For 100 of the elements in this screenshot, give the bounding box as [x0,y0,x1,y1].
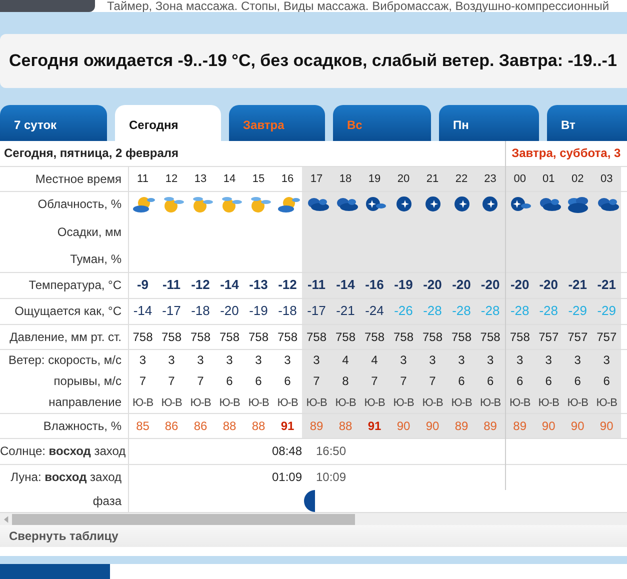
humidity-value: 89 [484,418,497,432]
pressure-value: 758 [132,330,153,344]
wind-direction: Ю-В [510,396,530,408]
humidity-value: 88 [222,418,236,432]
hour-label: 02 [571,173,584,186]
row-label: порывы, м/с [54,374,122,388]
wind-speed-value: 3 [313,353,320,368]
wind-speed-value: 3 [458,353,465,368]
wind-speed-value: 4 [342,353,349,368]
wind-direction: Ю-В [451,396,472,408]
wind-speed-value: 3 [574,353,581,368]
row-label: Ветер: скорость, м/с [8,353,122,368]
wind-direction: Ю-В [277,396,298,408]
wind-direction: Ю-В [190,396,211,408]
hour-label: 22 [455,173,468,186]
hour-label: 14 [223,173,236,186]
wind-direction: Ю-В [248,396,269,408]
row-label: Местное время [35,172,122,186]
temperature-value: -16 [365,277,384,292]
pressure-value: 758 [422,330,443,344]
humidity-value: 90 [396,418,410,432]
humidity-value: 89 [513,418,527,432]
humidity-value: 89 [454,418,468,432]
horizontal-scrollbar[interactable] [0,512,627,525]
collapse-table-link[interactable]: Свернуть таблицу [9,527,118,545]
feels-like-value: -28 [510,303,530,318]
temperature-value: -21 [568,277,587,292]
day-tab[interactable]: Пн [439,105,539,141]
hour-label: 13 [194,173,207,186]
pressure-value: 758 [510,330,530,344]
humidity-value: 85 [136,418,150,432]
row-label: фаза [92,494,122,508]
wind-direction: Ю-В [596,396,617,408]
feels-like-value: -18 [278,303,297,318]
temperature-value: -12 [278,277,297,292]
wind-speed-value: 3 [197,353,204,368]
set-time: 10:09 [316,470,346,484]
hour-label: 18 [339,173,352,186]
humidity-value: 90 [600,418,614,432]
temperature-value: -20 [510,277,530,292]
gust-value: 7 [429,374,436,388]
pressure-value: 758 [364,330,385,344]
temperature-value: -11 [162,277,181,292]
hour-label: 17 [310,173,323,186]
wind-direction: Ю-В [480,396,501,408]
hour-label: 03 [600,173,613,186]
humidity-value: 91 [368,418,382,432]
temperature-value: -14 [336,277,355,292]
pressure-value: 758 [248,330,269,344]
hour-label: 23 [484,173,496,186]
hour-label: 20 [397,173,410,186]
wind-speed-value: 3 [168,353,175,368]
gust-value: 8 [342,374,349,388]
day-heading: Сегодня, пятница, 2 февраля [4,146,179,160]
scrollbar-thumb[interactable] [12,514,355,524]
day-tab[interactable]: Вт [547,105,627,141]
rise-time: 08:48 [272,444,302,458]
humidity-value: 86 [164,418,178,432]
row-label: направление [48,394,122,409]
humidity-value: 86 [194,418,208,432]
row-label: Ощущается как, °C [14,304,122,318]
wind-direction: Ю-В [132,396,154,408]
wind-direction: Ю-В [567,396,588,408]
humidity-value: 91 [280,418,294,432]
row-label: Солнце: восход заход [0,444,126,458]
day-tab[interactable]: 7 суток [0,105,107,141]
wind-direction: Ю-В [161,396,182,408]
temperature-value: -13 [249,277,268,292]
wind-speed-value: 3 [139,353,146,368]
wind-direction: Ю-В [538,396,559,408]
temperature-value: -20 [423,277,442,292]
gust-value: 7 [400,374,407,388]
gust-value: 6 [603,374,610,388]
gust-value: 6 [458,374,465,388]
wind-speed-value: 3 [486,353,494,368]
feels-like-value: -14 [133,303,152,318]
wind-direction: Ю-В [364,396,385,408]
wind-direction: Ю-В [306,396,327,408]
pressure-value: 758 [480,330,500,344]
gust-value: 7 [139,374,146,388]
day-tab[interactable]: Сегодня [115,105,221,141]
wind-speed-value: 3 [429,353,436,368]
feels-like-value: -28 [480,303,500,318]
feels-like-value: -28 [539,303,558,318]
temperature-value: -12 [191,277,210,292]
pressure-value: 758 [219,330,240,344]
wind-speed-value: 3 [255,353,262,368]
temperature-value: -20 [539,277,558,292]
row-label: Давление, мм рт. ст. [10,330,122,344]
forecast-summary: Сегодня ожидается -9..-19 °C, без осадков, слабый ветер. Завтра: -19..-1 [9,50,617,72]
temperature-value: -9 [136,277,149,292]
feels-like-value: -17 [162,303,181,318]
wind-speed-value: 3 [603,353,610,368]
wind-direction: Ю-В [335,396,356,408]
wind-speed-value: 3 [545,353,552,368]
row-label: Осадки, мм [57,224,122,238]
gust-value: 7 [197,374,204,388]
gust-value: 6 [284,374,291,388]
half-moon-icon [302,490,314,512]
gust-value: 6 [574,374,581,388]
